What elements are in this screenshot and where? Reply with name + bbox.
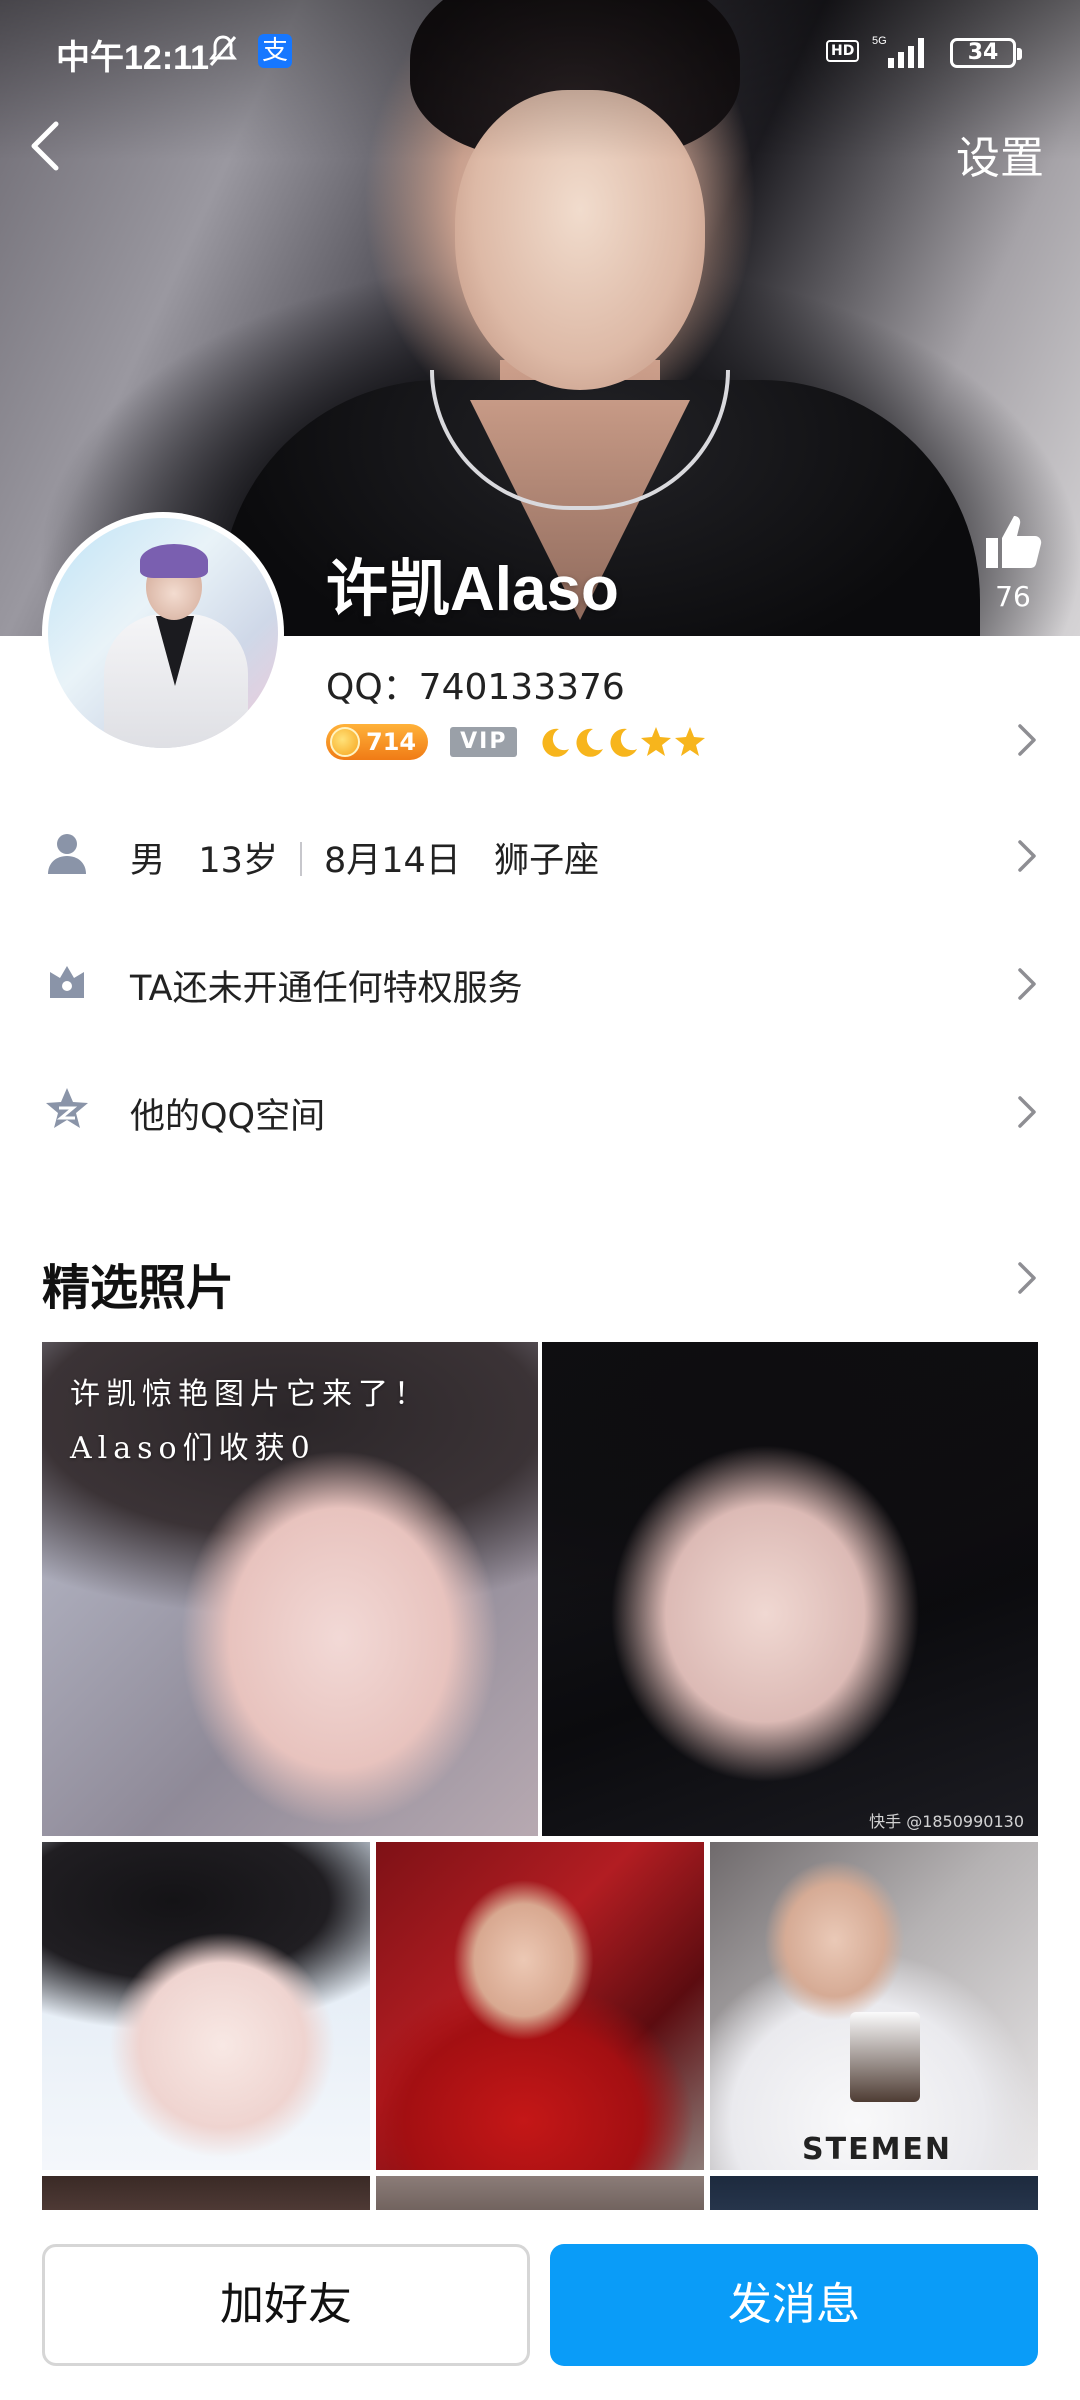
zodiac: 狮子座	[494, 841, 600, 881]
bottom-action-bar: 加好友 发消息	[0, 2210, 1080, 2400]
signal-icon: 5G	[872, 35, 924, 68]
divider	[299, 842, 302, 876]
photo-caption-line-2: Alaso们收获0	[70, 1431, 316, 1466]
photo-watermark: 快手 @1850990130	[869, 1812, 1024, 1831]
featured-photo-1[interactable]: 许凯惊艳图片它来了！ Alaso们收获0	[42, 1342, 538, 1836]
basic-info-row[interactable]: 男 13岁 8月14日 狮子座	[0, 800, 1080, 910]
status-time: 中午12:11	[56, 39, 210, 77]
drink-cup	[850, 2012, 920, 2102]
avatar[interactable]	[42, 512, 284, 754]
avatar-figure-hair	[140, 544, 208, 578]
profile-name: 许凯Alaso	[326, 555, 619, 624]
person-icon	[48, 834, 86, 874]
privilege-row[interactable]: TA还未开通任何特权服务	[0, 928, 1080, 1038]
chevron-right-icon[interactable]	[1014, 1260, 1040, 1296]
shirt-text: STEMEN	[802, 2132, 953, 2167]
status-bar: 中午12:11 支 HD 5G 34	[0, 0, 1080, 100]
photo-caption: 许凯惊艳图片它来了！ Alaso们收获0	[70, 1368, 430, 1476]
send-message-button[interactable]: 发消息	[550, 2244, 1038, 2366]
avatar-photo	[48, 518, 278, 748]
featured-photos-title: 精选照片	[42, 1260, 235, 1316]
alipay-notification-icon: 支	[258, 34, 292, 68]
photo-caption-line-1: 许凯惊艳图片它来了！	[70, 1377, 430, 1412]
qzone-star-icon	[46, 1088, 88, 1128]
chevron-right-icon	[1018, 1096, 1036, 1128]
age: 13岁	[198, 841, 278, 881]
featured-photo-3[interactable]	[42, 1842, 370, 2170]
battery-icon: 34	[950, 38, 1022, 68]
privilege-text: TA还未开通任何特权服务	[130, 969, 523, 1009]
birthday: 8月14日	[323, 841, 461, 881]
vip-badge: VIP	[450, 727, 518, 757]
back-arrow-icon[interactable]	[24, 116, 68, 176]
moon-icon	[542, 728, 570, 757]
hd-icon: HD	[826, 40, 860, 62]
basic-info-text: 男 13岁 8月14日 狮子座	[130, 832, 599, 883]
featured-photo-2[interactable]: 快手 @1850990130	[542, 1342, 1038, 1836]
chevron-right-icon[interactable]	[1014, 722, 1040, 758]
star-icon	[675, 727, 706, 756]
like-count: 76	[995, 580, 1031, 613]
qq-number: QQ：740133376	[326, 667, 625, 708]
network-type: 5G	[872, 35, 887, 47]
level-stars	[537, 725, 707, 759]
featured-photo-5[interactable]: STEMEN	[710, 1842, 1038, 2170]
chevron-right-icon	[1018, 968, 1036, 1000]
gender: 男	[130, 841, 166, 881]
chevron-right-icon	[1018, 840, 1036, 872]
star-icon	[641, 727, 672, 756]
thumbs-up-icon[interactable]	[980, 510, 1044, 574]
settings-button[interactable]: 设置	[956, 122, 1044, 186]
moon-icon	[610, 728, 638, 757]
qzone-row[interactable]: 他的QQ空间	[0, 1056, 1080, 1166]
bell-muted-icon	[209, 35, 237, 66]
crown-box-icon	[50, 966, 84, 998]
badge-row[interactable]: 714 VIP	[326, 722, 707, 762]
featured-photo-4[interactable]	[376, 1842, 704, 2170]
sun-icon	[330, 727, 360, 757]
moon-icon	[576, 728, 604, 757]
qzone-text: 他的QQ空间	[130, 1097, 326, 1137]
level-value: 714	[366, 728, 417, 756]
add-friend-button[interactable]: 加好友	[42, 2244, 530, 2366]
level-badge: 714	[326, 724, 429, 760]
